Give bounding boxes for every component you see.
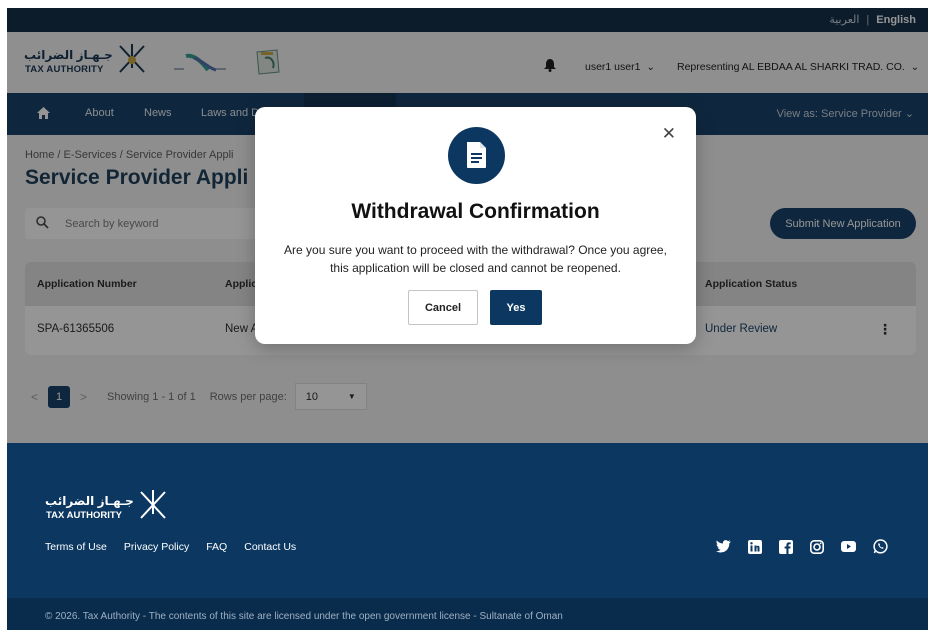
footer-logo[interactable]: جـهـاز الضرائب TAX AUTHORITY bbox=[45, 488, 175, 528]
document-icon bbox=[448, 127, 505, 184]
instagram-icon[interactable] bbox=[810, 539, 824, 554]
twitter-icon[interactable] bbox=[716, 540, 731, 553]
withdrawal-confirmation-dialog: ✕ Withdrawal Confirmation Are you sure y… bbox=[255, 107, 696, 344]
cancel-button[interactable]: Cancel bbox=[408, 290, 478, 325]
browser-frame: العربية | English جـهـاز الضرائب TAX AUT… bbox=[7, 8, 928, 630]
footer-logo-english-text: TAX AUTHORITY bbox=[46, 510, 122, 521]
dialog-title: Withdrawal Confirmation bbox=[351, 200, 600, 223]
dialog-message: Are you sure you want to proceed with th… bbox=[284, 243, 667, 275]
footer-link-contact[interactable]: Contact Us bbox=[244, 541, 296, 553]
footer-logo-arabic-text: جـهـاز الضرائب bbox=[45, 494, 134, 508]
close-icon[interactable]: ✕ bbox=[662, 124, 676, 144]
social-links bbox=[716, 539, 888, 554]
yes-button[interactable]: Yes bbox=[490, 290, 542, 325]
whatsapp-icon[interactable] bbox=[873, 539, 888, 554]
footer-links: Terms of Use Privacy Policy FAQ Contact … bbox=[45, 541, 296, 553]
facebook-icon[interactable] bbox=[779, 539, 793, 554]
linkedin-icon[interactable] bbox=[748, 539, 762, 554]
page: العربية | English جـهـاز الضرائب TAX AUT… bbox=[0, 0, 928, 630]
footer-link-faq[interactable]: FAQ bbox=[206, 541, 227, 553]
footer-link-privacy[interactable]: Privacy Policy bbox=[124, 541, 189, 553]
youtube-icon[interactable] bbox=[841, 541, 856, 552]
emblem-icon bbox=[140, 490, 166, 519]
copyright-text: © 2026. Tax Authority - The contents of … bbox=[7, 598, 928, 630]
footer-link-terms[interactable]: Terms of Use bbox=[45, 541, 107, 553]
site-footer: جـهـاز الضرائب TAX AUTHORITY Terms of Us… bbox=[7, 443, 928, 598]
